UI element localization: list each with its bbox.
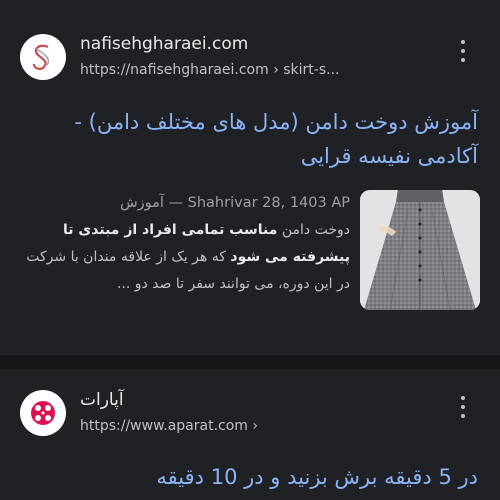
site-header[interactable]: nafisehgharaei.com https://nafisehgharae… — [20, 34, 480, 82]
more-options-icon[interactable] — [460, 396, 466, 418]
result-title-link[interactable]: آموزش دوخت دامن (مدل های مختلف دامن) - آ… — [18, 105, 478, 173]
site-url: https://www.aparat.com › — [80, 418, 258, 434]
site-name: آپارات — [80, 390, 124, 410]
result-title-link[interactable]: در 5 دقیقه برش بزنید و در 10 دقیقه — [18, 460, 478, 494]
site-name: nafisehgharaei.com — [80, 34, 249, 54]
result-snippet: آموزش — Shahrivar 28, 1403 AP دوخت دامن … — [20, 190, 350, 298]
result-separator — [0, 355, 500, 369]
snippet-text-1: دوخت دامن — [277, 222, 350, 238]
nafiseh-logo-icon — [20, 34, 66, 80]
result-date: آموزش — Shahrivar 28, 1403 AP — [119, 195, 350, 211]
more-options-icon[interactable] — [460, 40, 466, 62]
gray-skirt-image[interactable] — [360, 190, 480, 310]
site-header[interactable]: آپارات https://www.aparat.com › — [20, 390, 480, 438]
aparat-logo-icon — [20, 390, 66, 436]
site-url: https://nafisehgharaei.com › skirt-s... — [80, 62, 340, 78]
snippet-block: آموزش — Shahrivar 28, 1403 AP دوخت دامن … — [20, 190, 480, 340]
